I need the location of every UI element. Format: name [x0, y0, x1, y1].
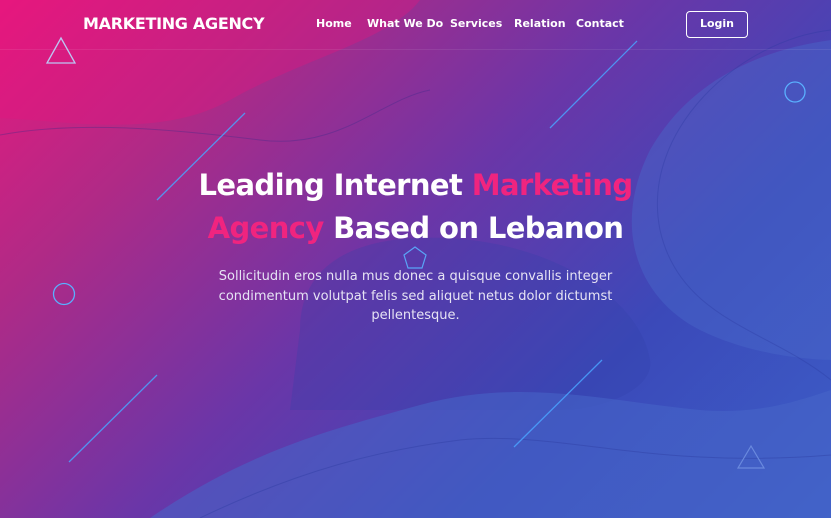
- circle-outline-left: [52, 282, 76, 306]
- brand-logo-text[interactable]: MARKETING AGENCY: [83, 14, 265, 33]
- nav-item-contact[interactable]: Contact: [576, 17, 624, 30]
- hero-section: MARKETING AGENCY Home What We Do Service…: [0, 0, 831, 518]
- decor-line-2: [549, 40, 638, 129]
- headline-line2-pink: Agency: [207, 211, 325, 245]
- nav-item-what-we-do[interactable]: What We Do: [367, 17, 443, 30]
- hero-headline: Leading Internet Marketing Agency Based …: [0, 164, 831, 250]
- nav-item-relation[interactable]: Relation: [514, 17, 566, 30]
- bottom-wave: [150, 390, 831, 518]
- nav-item-home[interactable]: Home: [316, 17, 352, 30]
- headline-line2-white: Based on Lebanon: [323, 211, 624, 245]
- navbar: MARKETING AGENCY Home What We Do Service…: [0, 0, 831, 50]
- nav-item-services[interactable]: Services: [450, 17, 502, 30]
- login-button[interactable]: Login: [686, 11, 748, 38]
- headline-line1-white: Leading Internet: [198, 168, 472, 202]
- hero-description: Sollicitudin eros nulla mus donec a quis…: [218, 269, 613, 323]
- headline-line1-pink: Marketing: [471, 168, 633, 202]
- hero-background-shapes: [0, 0, 831, 518]
- decor-line-3: [68, 374, 158, 463]
